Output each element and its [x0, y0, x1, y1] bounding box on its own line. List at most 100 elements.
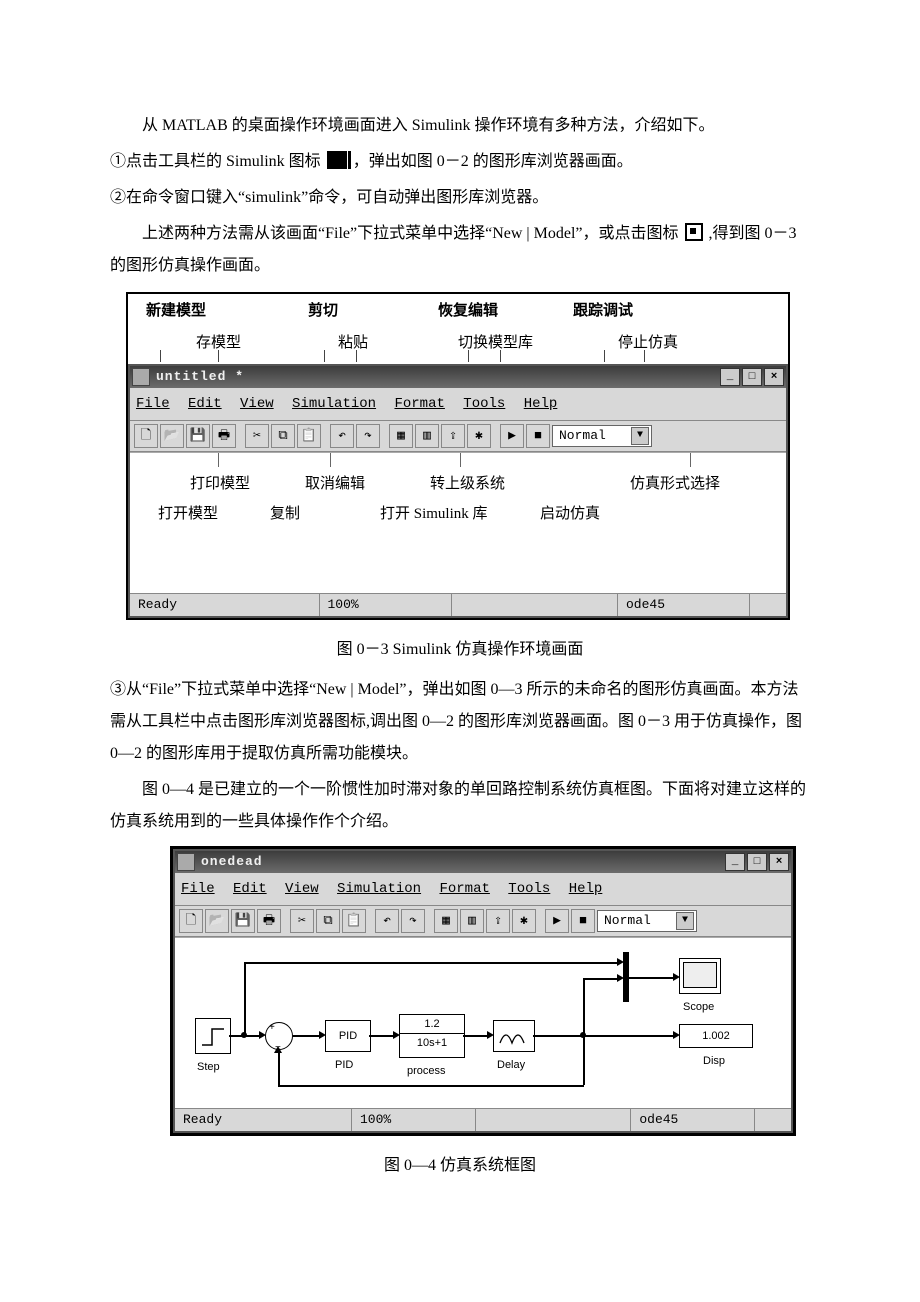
print-button[interactable]: 🖶: [212, 424, 236, 448]
paste-button[interactable]: 📋: [297, 424, 321, 448]
delay-block[interactable]: [493, 1020, 535, 1052]
close-button[interactable]: ×: [769, 853, 789, 871]
block-label: PID: [335, 1054, 353, 1076]
callout: 停止仿真: [618, 328, 678, 358]
sum-plus: +: [269, 1018, 275, 1038]
callout: 转上级系统: [430, 469, 505, 499]
stop-sim-button[interactable]: ■: [526, 424, 550, 448]
status-ready: Ready: [175, 1109, 352, 1131]
menu-file[interactable]: File: [181, 881, 215, 897]
library-button[interactable]: ▦: [389, 424, 413, 448]
callout: 复制: [270, 499, 300, 529]
block-label: Scope: [683, 996, 714, 1018]
text: ①点击工具栏的 Simulink 图标: [110, 153, 325, 170]
callout: 打印模型: [190, 469, 250, 499]
cut-button[interactable]: ✂: [245, 424, 269, 448]
status-ready: Ready: [130, 594, 320, 616]
save-button[interactable]: 💾: [186, 424, 210, 448]
callout: 切换模型库: [458, 328, 533, 358]
minimize-button[interactable]: _: [725, 853, 745, 871]
simulink-toolbar-icon: [327, 151, 347, 169]
menu-tools[interactable]: Tools: [463, 396, 505, 412]
menu-format[interactable]: Format: [439, 881, 489, 897]
top-callouts: 新建模型 剪切 恢复编辑 跟踪调试 存模型 粘贴 切换模型库 停止仿真: [128, 294, 788, 364]
maximize-button[interactable]: □: [747, 853, 767, 871]
menu-help[interactable]: Help: [524, 396, 558, 412]
new-button[interactable]: 🗋: [134, 424, 158, 448]
debug-button[interactable]: ✱: [512, 909, 536, 933]
start-sim-button[interactable]: ▶: [500, 424, 524, 448]
menu-tools[interactable]: Tools: [508, 881, 550, 897]
display-block[interactable]: 1.002: [679, 1024, 753, 1048]
paste-button[interactable]: 📋: [342, 909, 366, 933]
figure-caption: 图 0—4 仿真系统框图: [110, 1150, 810, 1182]
pid-block[interactable]: PID: [325, 1020, 371, 1052]
figure-caption: 图 0－3 Simulink 仿真操作环境画面: [110, 634, 810, 666]
block-label: Step: [197, 1056, 220, 1078]
status-zoom: 100%: [320, 594, 452, 616]
callout: 取消编辑: [305, 469, 365, 499]
switch-library-button[interactable]: ▥: [415, 424, 439, 448]
window-title: onedead: [201, 849, 723, 875]
status-zoom: 100%: [352, 1109, 476, 1131]
menu-view[interactable]: View: [240, 396, 274, 412]
status-empty: [476, 1109, 632, 1131]
debug-button[interactable]: ✱: [467, 424, 491, 448]
menubar: File Edit View Simulation Format Tools H…: [130, 388, 786, 421]
menu-view[interactable]: View: [285, 881, 319, 897]
new-model-icon: [685, 223, 703, 241]
undo-button[interactable]: ↶: [375, 909, 399, 933]
stop-sim-button[interactable]: ■: [571, 909, 595, 933]
close-button[interactable]: ×: [764, 368, 784, 386]
print-button[interactable]: 🖶: [257, 909, 281, 933]
menu-edit[interactable]: Edit: [233, 881, 267, 897]
callout: 粘贴: [338, 328, 368, 358]
maximize-button[interactable]: □: [742, 368, 762, 386]
status-solver: ode45: [631, 1109, 755, 1131]
paragraph: ①点击工具栏的 Simulink 图标 ，弹出如图 0－2 的图形库浏览器画面。: [110, 146, 810, 178]
copy-button[interactable]: ⧉: [271, 424, 295, 448]
callout: 打开 Simulink 库: [380, 499, 488, 529]
menu-edit[interactable]: Edit: [188, 396, 222, 412]
menu-help[interactable]: Help: [569, 881, 603, 897]
window-icon: [132, 368, 150, 386]
model-canvas[interactable]: Step + − PID PID 1.2: [175, 937, 791, 1108]
start-sim-button[interactable]: ▶: [545, 909, 569, 933]
model-canvas[interactable]: 打印模型 取消编辑 转上级系统 仿真形式选择 打开模型 复制 打开 Simuli…: [130, 452, 786, 593]
redo-button[interactable]: ↷: [401, 909, 425, 933]
paragraph: ③从“File”下拉式菜单中选择“New | Model”，弹出如图 0—3 所…: [110, 674, 810, 770]
undo-button[interactable]: ↶: [330, 424, 354, 448]
switch-library-button[interactable]: ▥: [460, 909, 484, 933]
library-button[interactable]: ▦: [434, 909, 458, 933]
callout: 启动仿真: [540, 499, 600, 529]
sim-mode-select[interactable]: Normal ▼: [552, 425, 652, 447]
paragraph: 从 MATLAB 的桌面操作环境画面进入 Simulink 操作环境有多种方法，…: [110, 110, 810, 142]
paragraph: 上述两种方法需从该画面“File”下拉式菜单中选择“New | Model”，或…: [110, 218, 810, 282]
up-system-button[interactable]: ⇪: [441, 424, 465, 448]
cut-button[interactable]: ✂: [290, 909, 314, 933]
status-empty: [452, 594, 619, 616]
chevron-down-icon: ▼: [631, 427, 649, 445]
menu-simulation[interactable]: Simulation: [337, 881, 421, 897]
menu-file[interactable]: File: [136, 396, 170, 412]
transfer-fcn-block[interactable]: 1.2 10s+1: [399, 1014, 465, 1058]
open-button[interactable]: 📂: [205, 909, 229, 933]
copy-button[interactable]: ⧉: [316, 909, 340, 933]
new-button[interactable]: 🗋: [179, 909, 203, 933]
open-button[interactable]: 📂: [160, 424, 184, 448]
scope-block[interactable]: [679, 958, 721, 994]
minimize-button[interactable]: _: [720, 368, 740, 386]
resize-grip[interactable]: [755, 1109, 791, 1131]
sim-mode-select[interactable]: Normal ▼: [597, 910, 697, 932]
resize-grip[interactable]: [750, 594, 786, 616]
callout: 跟踪调试: [573, 296, 633, 326]
step-block[interactable]: [195, 1018, 231, 1054]
up-system-button[interactable]: ⇪: [486, 909, 510, 933]
titlebar: onedead _ □ ×: [175, 851, 791, 873]
save-button[interactable]: 💾: [231, 909, 255, 933]
menubar: File Edit View Simulation Format Tools H…: [175, 873, 791, 906]
menu-format[interactable]: Format: [394, 396, 444, 412]
window-title: untitled *: [156, 364, 718, 390]
redo-button[interactable]: ↷: [356, 424, 380, 448]
menu-simulation[interactable]: Simulation: [292, 396, 376, 412]
